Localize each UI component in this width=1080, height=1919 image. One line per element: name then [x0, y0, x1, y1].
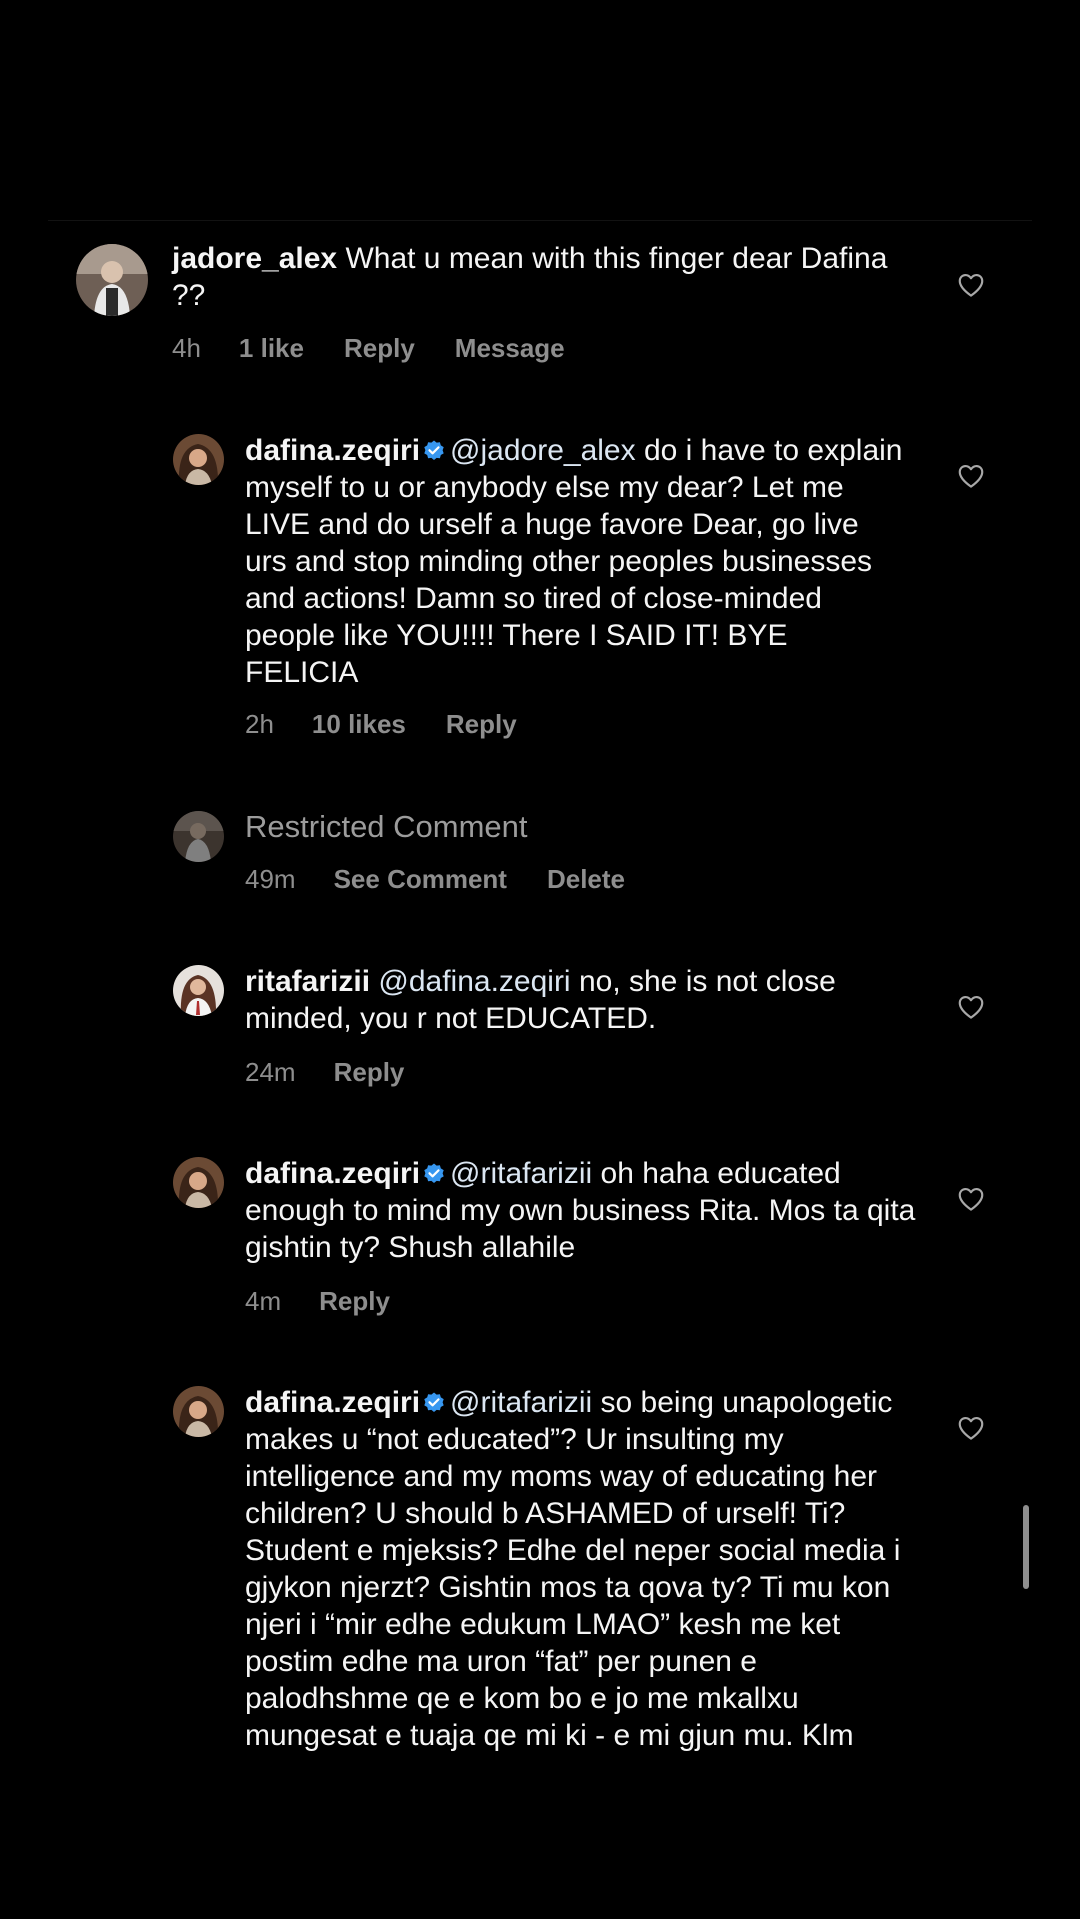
comment-username[interactable]: dafina.zeqiri	[245, 1386, 420, 1419]
comment-text: jadore_alex What u mean with this finger…	[172, 240, 912, 314]
comment-time: 4m	[245, 1286, 282, 1316]
verified-badge-icon	[424, 440, 444, 460]
comment-meta: 4h 1 like Reply Message	[172, 333, 565, 364]
reply-button[interactable]: Reply	[344, 333, 415, 364]
comment-time: 2h	[245, 709, 274, 739]
likes-count[interactable]: 10 likes	[312, 709, 406, 740]
comment-body: do i have to explain myself to u or anyb…	[245, 434, 903, 689]
comment-mention[interactable]: @ritafarizii	[450, 1157, 592, 1190]
comment-username[interactable]: dafina.zeqiri	[245, 1157, 420, 1190]
avatar[interactable]	[173, 434, 224, 485]
reply-button[interactable]: Reply	[334, 1057, 405, 1088]
comment-time: 4h	[172, 333, 201, 363]
comment-text: ritafarizii @dafina.zeqiri no, she is no…	[245, 963, 925, 1037]
comment-username[interactable]: dafina.zeqiri	[245, 434, 420, 467]
comment-meta: 4m Reply	[245, 1286, 390, 1317]
likes-count[interactable]: 1 like	[239, 333, 304, 364]
see-comment-button[interactable]: See Comment	[334, 864, 507, 895]
delete-button[interactable]: Delete	[547, 864, 625, 895]
heart-outline-icon[interactable]	[956, 992, 986, 1022]
scrollbar[interactable]	[1023, 1505, 1029, 1589]
top-divider	[48, 220, 1032, 221]
heart-outline-icon[interactable]	[956, 1413, 986, 1443]
avatar[interactable]	[173, 1157, 224, 1208]
heart-outline-icon[interactable]	[956, 270, 986, 300]
comment-mention[interactable]: @ritafarizii	[450, 1386, 592, 1419]
verified-badge-icon	[424, 1163, 444, 1183]
comment-mention[interactable]: @jadore_alex	[450, 434, 636, 467]
reply-button[interactable]: Reply	[319, 1286, 390, 1317]
avatar[interactable]	[173, 965, 224, 1016]
comment-text: dafina.zeqiri @jadore_alex do i have to e…	[245, 432, 905, 691]
comment-username[interactable]: ritafarizii	[245, 965, 370, 998]
heart-outline-icon[interactable]	[956, 461, 986, 491]
comment-text: dafina.zeqiri @ritafarizii oh haha educat…	[245, 1155, 925, 1266]
avatar[interactable]	[173, 811, 224, 862]
comment-meta: 49m See Comment Delete	[245, 864, 625, 895]
message-button[interactable]: Message	[455, 333, 565, 364]
avatar[interactable]	[173, 1386, 224, 1437]
comment-text: dafina.zeqiri @ritafarizii so being unapo…	[245, 1384, 925, 1754]
reply-button[interactable]: Reply	[446, 709, 517, 740]
comment-time: 24m	[245, 1057, 296, 1087]
comment-meta: 2h 10 likes Reply	[245, 709, 517, 740]
verified-badge-icon	[424, 1392, 444, 1412]
avatar[interactable]	[76, 244, 148, 316]
comment-username[interactable]: jadore_alex	[172, 242, 337, 275]
comment-time: 49m	[245, 864, 296, 894]
heart-outline-icon[interactable]	[956, 1184, 986, 1214]
restricted-comment-label: Restricted Comment	[245, 809, 528, 844]
comment-mention[interactable]: @dafina.zeqiri	[370, 965, 570, 998]
comment-body: so being unapologetic makes u “not educa…	[245, 1386, 901, 1752]
comment-meta: 24m Reply	[245, 1057, 404, 1088]
